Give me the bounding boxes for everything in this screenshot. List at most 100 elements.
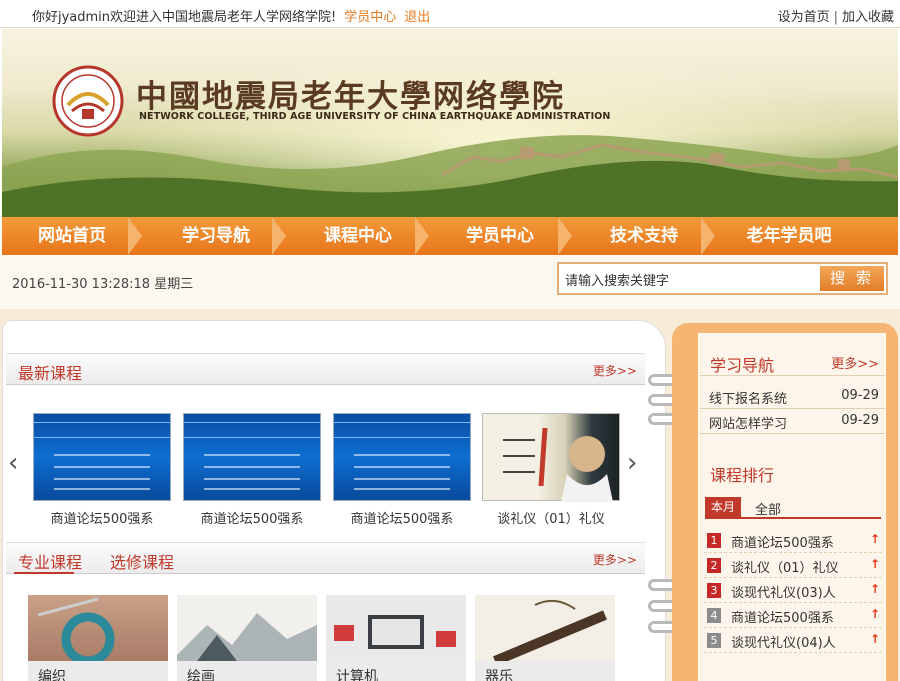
current-datetime: 2016-11-30 13:28:18 星期三 xyxy=(12,277,194,292)
painting-image xyxy=(177,595,317,661)
nav-tech-support[interactable]: 技术支持 xyxy=(572,217,716,255)
category-card[interactable]: 编织 xyxy=(28,595,168,681)
nav-student-center[interactable]: 学员中心 xyxy=(428,217,572,255)
category-label: 绘画 xyxy=(177,661,317,681)
rank-number: 3 xyxy=(707,583,721,598)
course-thumbnail xyxy=(482,413,620,502)
student-center-link[interactable]: 学员中心 xyxy=(344,10,396,25)
computer-image xyxy=(326,595,466,661)
tab-all[interactable]: 全部 xyxy=(755,499,781,518)
rank-number: 2 xyxy=(707,558,721,573)
rank-title[interactable]: 谈现代礼仪(03)人 xyxy=(731,582,836,601)
latest-courses-header: 最新课程 更多>> xyxy=(6,353,645,385)
latest-courses-more-link[interactable]: 更多>> xyxy=(593,362,637,379)
trend-up-icon: ↑ xyxy=(869,557,880,571)
study-nav-title: 学习导航 xyxy=(710,356,775,375)
instrument-image xyxy=(475,595,615,666)
college-title-en: NETWORK COLLEGE, THIRD AGE UNIVERSITY OF… xyxy=(139,111,611,122)
set-home-link[interactable]: 设为首页 xyxy=(778,10,830,25)
course-title: 商道论坛500强系 xyxy=(200,512,304,527)
study-nav-item-date: 09-29 xyxy=(841,413,879,428)
greeting-text: 你好jyadmin欢迎进入中国地震局老年人学网络学院! xyxy=(32,10,337,25)
course-title: 谈礼仪（01）礼仪 xyxy=(497,512,605,527)
list-item[interactable]: 线下报名系统 09-29 xyxy=(700,384,885,409)
study-nav-list: 线下报名系统 09-29 网站怎样学习 09-29 xyxy=(700,384,885,434)
carousel-prev-icon[interactable]: ‹ xyxy=(8,448,18,478)
bookmark-link[interactable]: 加入收藏 xyxy=(842,10,894,25)
rank-title[interactable]: 商道论坛500强系 xyxy=(731,532,834,551)
nav-course-center[interactable]: 课程中心 xyxy=(286,217,430,255)
course-thumbnail xyxy=(183,413,321,501)
nav-divider xyxy=(558,217,572,255)
ranking-tabs: 本月 全部 xyxy=(705,497,881,519)
list-item[interactable]: 网站怎样学习 09-29 xyxy=(700,409,885,434)
course-thumbnail xyxy=(333,413,471,501)
trend-up-icon: ↑ xyxy=(869,607,880,621)
trend-up-icon: ↑ xyxy=(869,532,880,546)
rank-number: 1 xyxy=(707,533,721,548)
study-nav-item-date: 09-29 xyxy=(841,388,879,403)
rank-number: 4 xyxy=(707,608,721,623)
nav-student-forum[interactable]: 老年学员吧 xyxy=(714,217,864,255)
course-title: 商道论坛500强系 xyxy=(350,512,454,527)
banner: 中國地震局老年大學网络學院 NETWORK COLLEGE, THIRD AGE… xyxy=(2,29,898,217)
rank-title[interactable]: 商道论坛500强系 xyxy=(731,607,834,626)
rank-title[interactable]: 谈现代礼仪(04)人 xyxy=(731,632,836,651)
course-title: 商道论坛500强系 xyxy=(50,512,154,527)
top-right-links: 设为首页 | 加入收藏 xyxy=(778,6,894,25)
course-card[interactable]: 商道论坛500强系 xyxy=(183,413,321,527)
study-nav-more-link[interactable]: 更多>> xyxy=(831,353,879,372)
study-nav-item-label[interactable]: 线下报名系统 xyxy=(709,388,787,407)
nav-divider xyxy=(128,217,142,255)
ranking-title: 课程排行 xyxy=(710,466,775,485)
rank-title[interactable]: 谈礼仪（01）礼仪 xyxy=(731,557,839,576)
nav-divider xyxy=(272,217,286,255)
tab-major-courses[interactable]: 专业课程 xyxy=(18,549,82,573)
main-nav: 网站首页 学习导航 课程中心 学员中心 技术支持 老年学员吧 xyxy=(2,217,898,255)
category-header: 专业课程 选修课程 更多>> xyxy=(6,542,645,574)
separator: | xyxy=(833,10,838,25)
category-more-link[interactable]: 更多>> xyxy=(593,551,637,568)
course-card[interactable]: 商道论坛500强系 xyxy=(33,413,171,527)
active-tab-indicator xyxy=(14,572,74,574)
search-box: 搜 索 xyxy=(557,262,888,295)
ranking-item[interactable]: 5 谈现代礼仪(04)人 ↑ xyxy=(704,628,882,653)
course-card[interactable]: 商道论坛500强系 xyxy=(333,413,471,527)
category-card[interactable]: 计算机 xyxy=(326,595,466,681)
college-title-cn: 中國地震局老年大學网络學院 xyxy=(136,79,565,115)
course-thumbnail xyxy=(33,413,171,501)
greeting-area: 你好jyadmin欢迎进入中国地震局老年人学网络学院! 学员中心 退出 xyxy=(32,6,430,25)
search-button[interactable]: 搜 索 xyxy=(820,266,884,291)
trend-up-icon: ↑ xyxy=(869,582,880,596)
carousel-next-icon[interactable]: › xyxy=(627,448,637,478)
nav-divider xyxy=(415,217,429,255)
ranking-item[interactable]: 1 商道论坛500强系 ↑ xyxy=(704,528,882,553)
study-nav-header: 学习导航 更多>> xyxy=(700,346,885,376)
trend-up-icon: ↑ xyxy=(869,632,880,646)
info-bar: 2016-11-30 13:28:18 星期三 搜 索 xyxy=(0,255,900,309)
category-label: 计算机 xyxy=(326,661,466,681)
tab-this-month[interactable]: 本月 xyxy=(705,497,741,517)
category-label: 器乐 xyxy=(475,661,615,681)
search-input[interactable] xyxy=(565,268,815,290)
category-label: 编织 xyxy=(28,661,168,681)
confucius-illustration xyxy=(503,427,613,502)
tab-elective-courses[interactable]: 选修课程 xyxy=(110,549,174,573)
course-card[interactable]: 谈礼仪（01）礼仪 xyxy=(482,413,620,527)
nav-divider xyxy=(701,217,715,255)
rank-number: 5 xyxy=(707,633,721,648)
latest-courses-title: 最新课程 xyxy=(18,364,83,383)
college-logo-icon xyxy=(52,65,124,137)
nav-home[interactable]: 网站首页 xyxy=(2,217,142,255)
ranking-item[interactable]: 3 谈现代礼仪(03)人 ↑ xyxy=(704,578,882,603)
category-card[interactable]: 器乐 xyxy=(475,595,615,681)
study-nav-item-label[interactable]: 网站怎样学习 xyxy=(709,413,787,432)
top-bar: 你好jyadmin欢迎进入中国地震局老年人学网络学院! 学员中心 退出 设为首页 | 加… xyxy=(0,0,900,28)
ranking-header: 课程排行 xyxy=(700,456,885,486)
ranking-item[interactable]: 2 谈礼仪（01）礼仪 ↑ xyxy=(704,553,882,578)
category-card[interactable]: 绘画 xyxy=(177,595,317,681)
ranking-item[interactable]: 4 商道论坛500强系 ↑ xyxy=(704,603,882,628)
knitting-image xyxy=(28,595,168,666)
logout-link[interactable]: 退出 xyxy=(404,10,430,25)
nav-study-guide[interactable]: 学习导航 xyxy=(144,217,288,255)
